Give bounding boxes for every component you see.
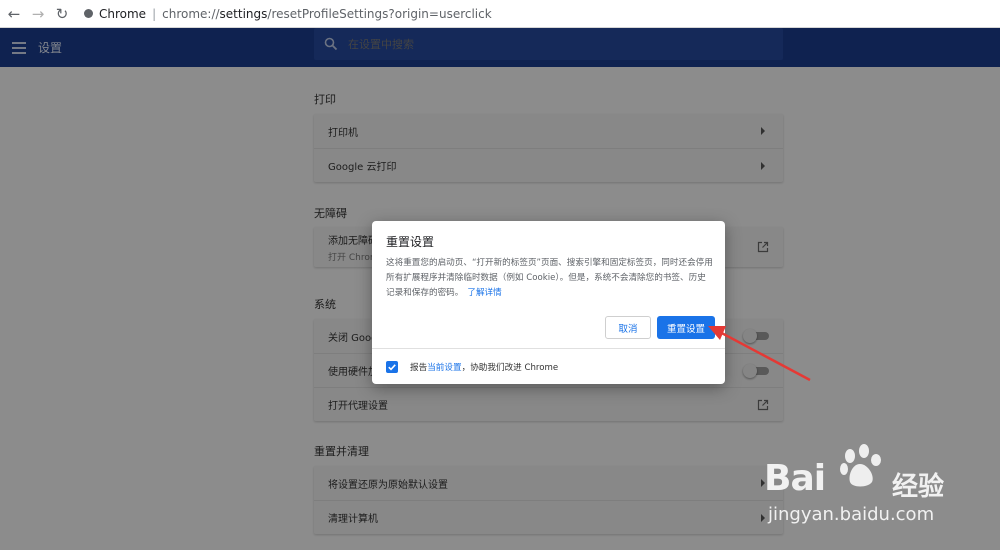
cancel-button[interactable]: 取消 — [605, 316, 651, 339]
url-path: chrome://settings/resetProfileSettings?o… — [162, 6, 492, 21]
forward-arrow-icon[interactable]: → — [26, 2, 50, 26]
dialog-footer: 报告当前设置，协助我们改进 Chrome — [372, 348, 725, 384]
baidu-watermark: Bai 经验 jingyan.baidu.com — [764, 440, 1000, 550]
reload-icon[interactable]: ↻ — [50, 2, 74, 26]
url-separator: | — [152, 6, 157, 21]
report-checkbox[interactable] — [386, 360, 398, 373]
watermark-brand-cn: 经验 — [892, 472, 945, 502]
watermark-url: jingyan.baidu.com — [768, 504, 935, 525]
site-info-icon[interactable] — [84, 9, 93, 18]
address-bar: ← → ↻ Chrome | chrome://settings/resetPr… — [0, 0, 1000, 28]
annotation-arrow-icon — [708, 326, 811, 382]
report-text: 报告当前设置，协助我们改进 Chrome — [410, 362, 559, 373]
learn-more-link[interactable]: 了解详情 — [467, 288, 501, 298]
url-field[interactable]: Chrome | chrome://settings/resetProfileS… — [84, 2, 1000, 26]
baidu-paw-icon — [840, 444, 881, 487]
reset-settings-dialog: 重置设置 这将重置您的启动页、“打开新的标签页”页面、搜索引擎和固定标签页，同时… — [372, 221, 725, 384]
dialog-body: 这将重置您的启动页、“打开新的标签页”页面、搜索引擎和固定标签页，同时还会停用所… — [386, 256, 714, 301]
back-arrow-icon[interactable]: ← — [2, 2, 26, 26]
watermark-brand: Bai — [764, 458, 826, 499]
current-settings-link[interactable]: 当前设置 — [427, 363, 461, 373]
dialog-body-text: 这将重置您的启动页、“打开新的标签页”页面、搜索引擎和固定标签页，同时还会停用所… — [386, 258, 713, 298]
checkmark-icon — [388, 363, 396, 371]
url-host: Chrome — [99, 6, 147, 21]
dialog-title: 重置设置 — [386, 235, 435, 249]
